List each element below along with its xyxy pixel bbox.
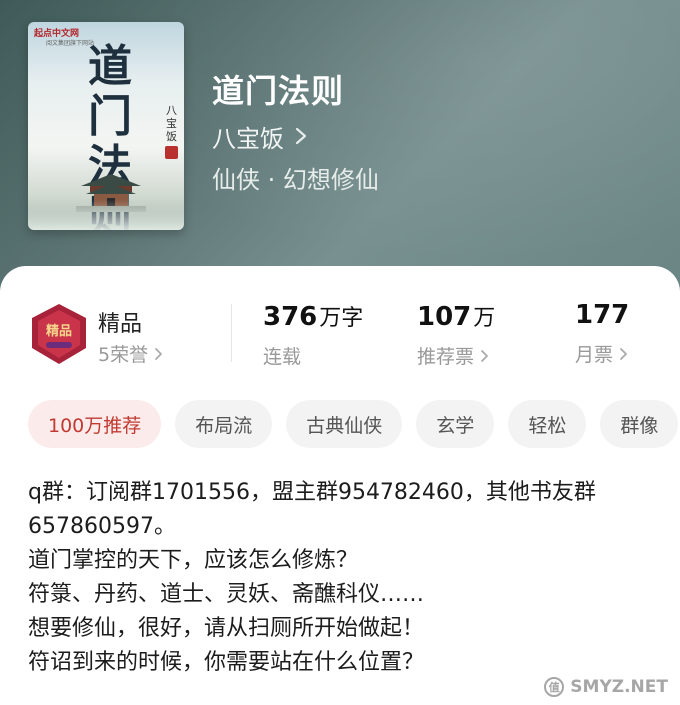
monthly-ticket-stat[interactable]: 177 月票 bbox=[575, 300, 631, 367]
recommend-label: 推荐票 bbox=[417, 346, 475, 368]
description-line: 想要修仙，很好，请从扫厕所开始做起！ bbox=[28, 616, 425, 641]
author-link[interactable]: 八宝饭 bbox=[212, 118, 308, 154]
badge-title: 精品 bbox=[98, 312, 143, 337]
book-cover[interactable]: 起点中文网 阅文集团旗下网站 道门 法则 八宝饭 bbox=[28, 22, 184, 230]
premium-badge-icon[interactable]: 精品 bbox=[28, 302, 90, 366]
recommend-stat[interactable]: 107 万 推荐票 bbox=[417, 300, 495, 369]
chevron-right-icon bbox=[481, 349, 488, 362]
recommend-unit: 万 bbox=[473, 306, 496, 331]
tag-chip[interactable]: 古典仙侠 bbox=[286, 400, 403, 448]
monthly-label: 月票 bbox=[575, 344, 614, 366]
word-count-stat: 376 万字 连载 bbox=[263, 300, 363, 369]
chevron-right-icon bbox=[620, 347, 627, 360]
cover-title-line1: 道门 bbox=[88, 41, 132, 142]
description-line: 符箓、丹药、道士、灵妖、斋醮科仪…… bbox=[28, 582, 425, 607]
tag-chip[interactable]: 布局流 bbox=[175, 400, 273, 448]
serial-status: 连载 bbox=[263, 346, 302, 368]
tag-chip[interactable]: 群像 bbox=[600, 400, 679, 448]
tag-list: 100万推荐 布局流 古典仙侠 玄学 轻松 群像 bbox=[28, 400, 680, 450]
book-genre: 仙侠 · 幻想修仙 bbox=[212, 166, 379, 194]
watermark-text: SMYZ.NET bbox=[570, 677, 668, 697]
book-description[interactable]: q群：订阅群1701556，盟主群954782460，其他书友群65786059… bbox=[28, 476, 668, 680]
honors-link[interactable]: 5荣誉 bbox=[98, 340, 163, 367]
honors-count: 5荣誉 bbox=[98, 344, 149, 366]
cover-author: 八宝饭 bbox=[166, 104, 177, 143]
stats-row: 精品 精品 5荣誉 376 万字 连载 107 万 推荐票 177 月票 bbox=[28, 300, 680, 370]
stats-divider bbox=[231, 304, 232, 362]
chevron-right-icon bbox=[155, 347, 162, 360]
cover-seal bbox=[165, 146, 178, 159]
author-name: 八宝饭 bbox=[212, 124, 284, 153]
description-line: 道门掌控的天下，应该怎么修炼？ bbox=[28, 548, 359, 573]
watermark: 值 SMYZ.NET bbox=[544, 677, 668, 697]
tag-chip[interactable]: 轻松 bbox=[508, 400, 587, 448]
tag-chip[interactable]: 100万推荐 bbox=[28, 400, 162, 448]
word-count-value: 376 bbox=[263, 302, 318, 332]
word-count-unit: 万字 bbox=[319, 306, 364, 331]
badge-text: 精品 bbox=[46, 323, 72, 339]
cover-mist bbox=[28, 200, 184, 230]
chevron-right-icon bbox=[295, 127, 307, 145]
description-line: 符诏到来的时候，你需要站在什么位置？ bbox=[28, 650, 425, 675]
recommend-value: 107 bbox=[417, 302, 472, 332]
description-line: q群：订阅群1701556，盟主群954782460，其他书友群65786059… bbox=[28, 480, 596, 539]
book-title: 道门法则 bbox=[212, 72, 345, 110]
tag-chip[interactable]: 玄学 bbox=[416, 400, 495, 448]
monthly-value: 177 bbox=[575, 300, 630, 330]
watermark-icon: 值 bbox=[544, 677, 565, 697]
